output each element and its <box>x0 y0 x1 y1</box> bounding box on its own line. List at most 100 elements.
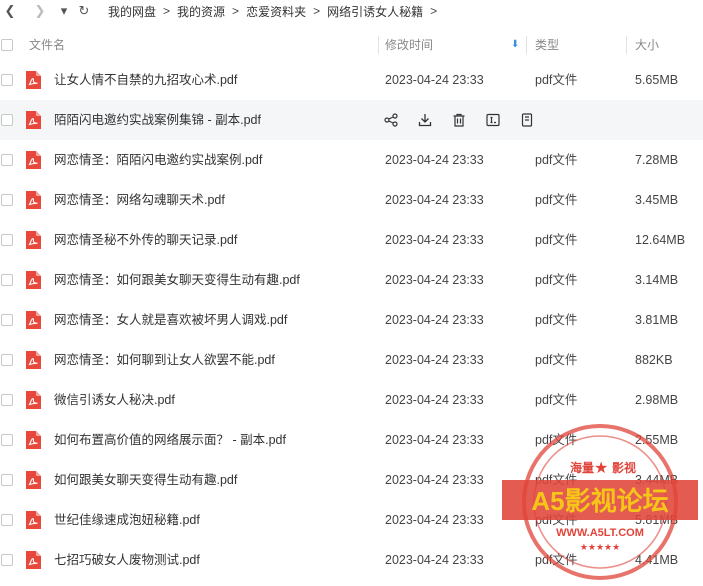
file-modified-time: 2023-04-24 23:33 <box>385 393 484 407</box>
file-name[interactable]: 网恋情圣：如何聊到让女人欲罢不能.pdf <box>54 340 275 380</box>
row-checkbox[interactable] <box>1 474 13 486</box>
file-modified-time: 2023-04-24 23:33 <box>385 153 484 167</box>
file-type: pdf文件 <box>535 353 578 367</box>
file-row[interactable]: 七招巧破女人废物测试.pdf 2023-04-24 23:33 pdf文件 4.41M… <box>0 540 703 580</box>
file-type: pdf文件 <box>535 473 578 487</box>
file-type: pdf文件 <box>535 153 578 167</box>
pdf-file-icon <box>25 150 42 170</box>
file-modified-time: 2023-04-24 23:33 <box>385 553 484 567</box>
history-dropdown-icon[interactable]: ▾ <box>54 0 74 22</box>
share-icon[interactable] <box>384 112 418 128</box>
file-row[interactable]: 网恋情圣：如何聊到让女人欲罢不能.pdf 2023-04-24 23:33 pdf文… <box>0 340 703 380</box>
file-row[interactable]: 让女人情不自禁的九招攻心术.pdf 2023-04-24 23:33 pdf文件 5.… <box>0 60 703 100</box>
file-list-header: 文件名 修改时间 ⬇ 类型 大小 <box>0 31 703 59</box>
file-size: 3.44MB <box>635 473 679 487</box>
delete-icon[interactable] <box>452 112 486 128</box>
column-header-modified[interactable]: 修改时间 <box>385 31 433 59</box>
breadcrumb-item-love-folder[interactable]: 恋爱资料夹 <box>246 3 306 20</box>
file-modified-time: 2023-04-24 23:33 <box>385 73 484 87</box>
file-size: 2.98MB <box>635 393 679 407</box>
select-all-checkbox[interactable] <box>1 39 13 51</box>
row-checkbox[interactable] <box>1 434 13 446</box>
file-modified-time: 2023-04-24 23:33 <box>385 473 484 487</box>
file-type: pdf文件 <box>535 273 578 287</box>
file-type: pdf文件 <box>535 513 578 527</box>
pdf-file-icon <box>25 310 42 330</box>
column-divider <box>378 36 379 54</box>
file-size: 2.55MB <box>635 433 679 447</box>
row-checkbox[interactable] <box>1 114 13 126</box>
row-checkbox[interactable] <box>1 154 13 166</box>
file-size: 12.64MB <box>635 233 686 247</box>
pdf-file-icon <box>25 190 42 210</box>
file-name[interactable]: 网恋情圣秘不外传的聊天记录.pdf <box>54 220 237 260</box>
row-checkbox[interactable] <box>1 234 13 246</box>
file-row[interactable]: 世纪佳缘速成泡妞秘籍.pdf 2023-04-24 23:33 pdf文件 5.81M… <box>0 500 703 540</box>
file-name[interactable]: 如何跟美女聊天变得生动有趣.pdf <box>54 460 237 500</box>
pdf-file-icon <box>25 230 42 250</box>
download-icon[interactable] <box>418 112 452 128</box>
file-size: 3.81MB <box>635 313 679 327</box>
file-name[interactable]: 让女人情不自禁的九招攻心术.pdf <box>54 60 237 100</box>
file-row[interactable]: 网恋情圣秘不外传的聊天记录.pdf 2023-04-24 23:33 pdf文件 12… <box>0 220 703 260</box>
file-size: 3.14MB <box>635 273 679 287</box>
breadcrumb-item-my-disk[interactable]: 我的网盘 <box>108 3 156 20</box>
row-actions <box>384 112 554 128</box>
file-row[interactable]: 如何跟美女聊天变得生动有趣.pdf 2023-04-24 23:33 pdf文件 3.… <box>0 460 703 500</box>
file-name[interactable]: 网恋情圣：如何跟美女聊天变得生动有趣.pdf <box>54 260 300 300</box>
pdf-file-icon <box>25 70 42 90</box>
breadcrumb-item-current-folder[interactable]: 网络引诱女人秘籍 <box>327 3 423 20</box>
row-checkbox[interactable] <box>1 554 13 566</box>
breadcrumb-separator: > <box>232 4 240 18</box>
column-header-type[interactable]: 类型 <box>535 31 559 59</box>
file-modified-time: 2023-04-24 23:33 <box>385 353 484 367</box>
file-size: 4.41MB <box>635 553 679 567</box>
breadcrumb-item-my-resources[interactable]: 我的资源 <box>177 3 225 20</box>
file-name[interactable]: 世纪佳缘速成泡妞秘籍.pdf <box>54 500 200 540</box>
more-icon[interactable] <box>520 112 554 128</box>
file-row[interactable]: 网恋情圣：如何跟美女聊天变得生动有趣.pdf 2023-04-24 23:33 pd… <box>0 260 703 300</box>
breadcrumb: 我的网盘 > 我的资源 > 恋爱资料夹 > 网络引诱女人秘籍 > <box>108 3 444 20</box>
file-name[interactable]: 如何布置高价值的网络展示面？ - 副本.pdf <box>54 420 286 460</box>
back-icon[interactable]: ❮ <box>0 0 20 22</box>
file-list: 让女人情不自禁的九招攻心术.pdf 2023-04-24 23:33 pdf文件 5.… <box>0 60 703 580</box>
row-checkbox[interactable] <box>1 354 13 366</box>
file-row[interactable]: 网恋情圣：网络勾魂聊天术.pdf 2023-04-24 23:33 pdf文件 3.4… <box>0 180 703 220</box>
file-modified-time: 2023-04-24 23:33 <box>385 273 484 287</box>
column-header-size[interactable]: 大小 <box>635 31 659 59</box>
pdf-file-icon <box>25 390 42 410</box>
row-checkbox[interactable] <box>1 314 13 326</box>
file-name[interactable]: 七招巧破女人废物测试.pdf <box>54 540 200 580</box>
file-size: 882KB <box>635 353 673 367</box>
file-row[interactable]: 微信引诱女人秘决.pdf 2023-04-24 23:33 pdf文件 2.98MB <box>0 380 703 420</box>
file-size: 7.28MB <box>635 153 679 167</box>
file-type: pdf文件 <box>535 553 578 567</box>
pdf-file-icon <box>25 470 42 490</box>
sort-descending-icon[interactable]: ⬇ <box>511 31 519 59</box>
column-header-name[interactable]: 文件名 <box>29 31 65 59</box>
file-size: 5.81MB <box>635 513 679 527</box>
file-row[interactable]: 网恋情圣：女人就是喜欢被坏男人调戏.pdf 2023-04-24 23:33 pdf… <box>0 300 703 340</box>
pdf-file-icon <box>25 110 42 130</box>
row-checkbox[interactable] <box>1 514 13 526</box>
row-checkbox[interactable] <box>1 394 13 406</box>
file-modified-time: 2023-04-24 23:33 <box>385 433 484 447</box>
file-row[interactable]: 如何布置高价值的网络展示面？ - 副本.pdf 2023-04-24 23:33 p… <box>0 420 703 460</box>
row-checkbox[interactable] <box>1 274 13 286</box>
row-checkbox[interactable] <box>1 194 13 206</box>
file-name[interactable]: 微信引诱女人秘决.pdf <box>54 380 175 420</box>
forward-icon[interactable]: ❯ <box>30 0 50 22</box>
file-name[interactable]: 陌陌闪电邀约实战案例集锦 - 副本.pdf <box>54 100 261 140</box>
rename-icon[interactable] <box>486 112 520 128</box>
file-name[interactable]: 网恋情圣：网络勾魂聊天术.pdf <box>54 180 225 220</box>
file-name[interactable]: 网恋情圣：陌陌闪电邀约实战案例.pdf <box>54 140 262 180</box>
row-checkbox[interactable] <box>1 74 13 86</box>
pdf-file-icon <box>25 550 42 570</box>
file-size: 3.45MB <box>635 193 679 207</box>
file-modified-time: 2023-04-24 23:33 <box>385 513 484 527</box>
refresh-icon[interactable]: ↻ <box>74 0 94 22</box>
file-name[interactable]: 网恋情圣：女人就是喜欢被坏男人调戏.pdf <box>54 300 287 340</box>
file-row[interactable]: 陌陌闪电邀约实战案例集锦 - 副本.pdf <box>0 100 703 140</box>
pdf-file-icon <box>25 350 42 370</box>
file-row[interactable]: 网恋情圣：陌陌闪电邀约实战案例.pdf 2023-04-24 23:33 pdf文件… <box>0 140 703 180</box>
